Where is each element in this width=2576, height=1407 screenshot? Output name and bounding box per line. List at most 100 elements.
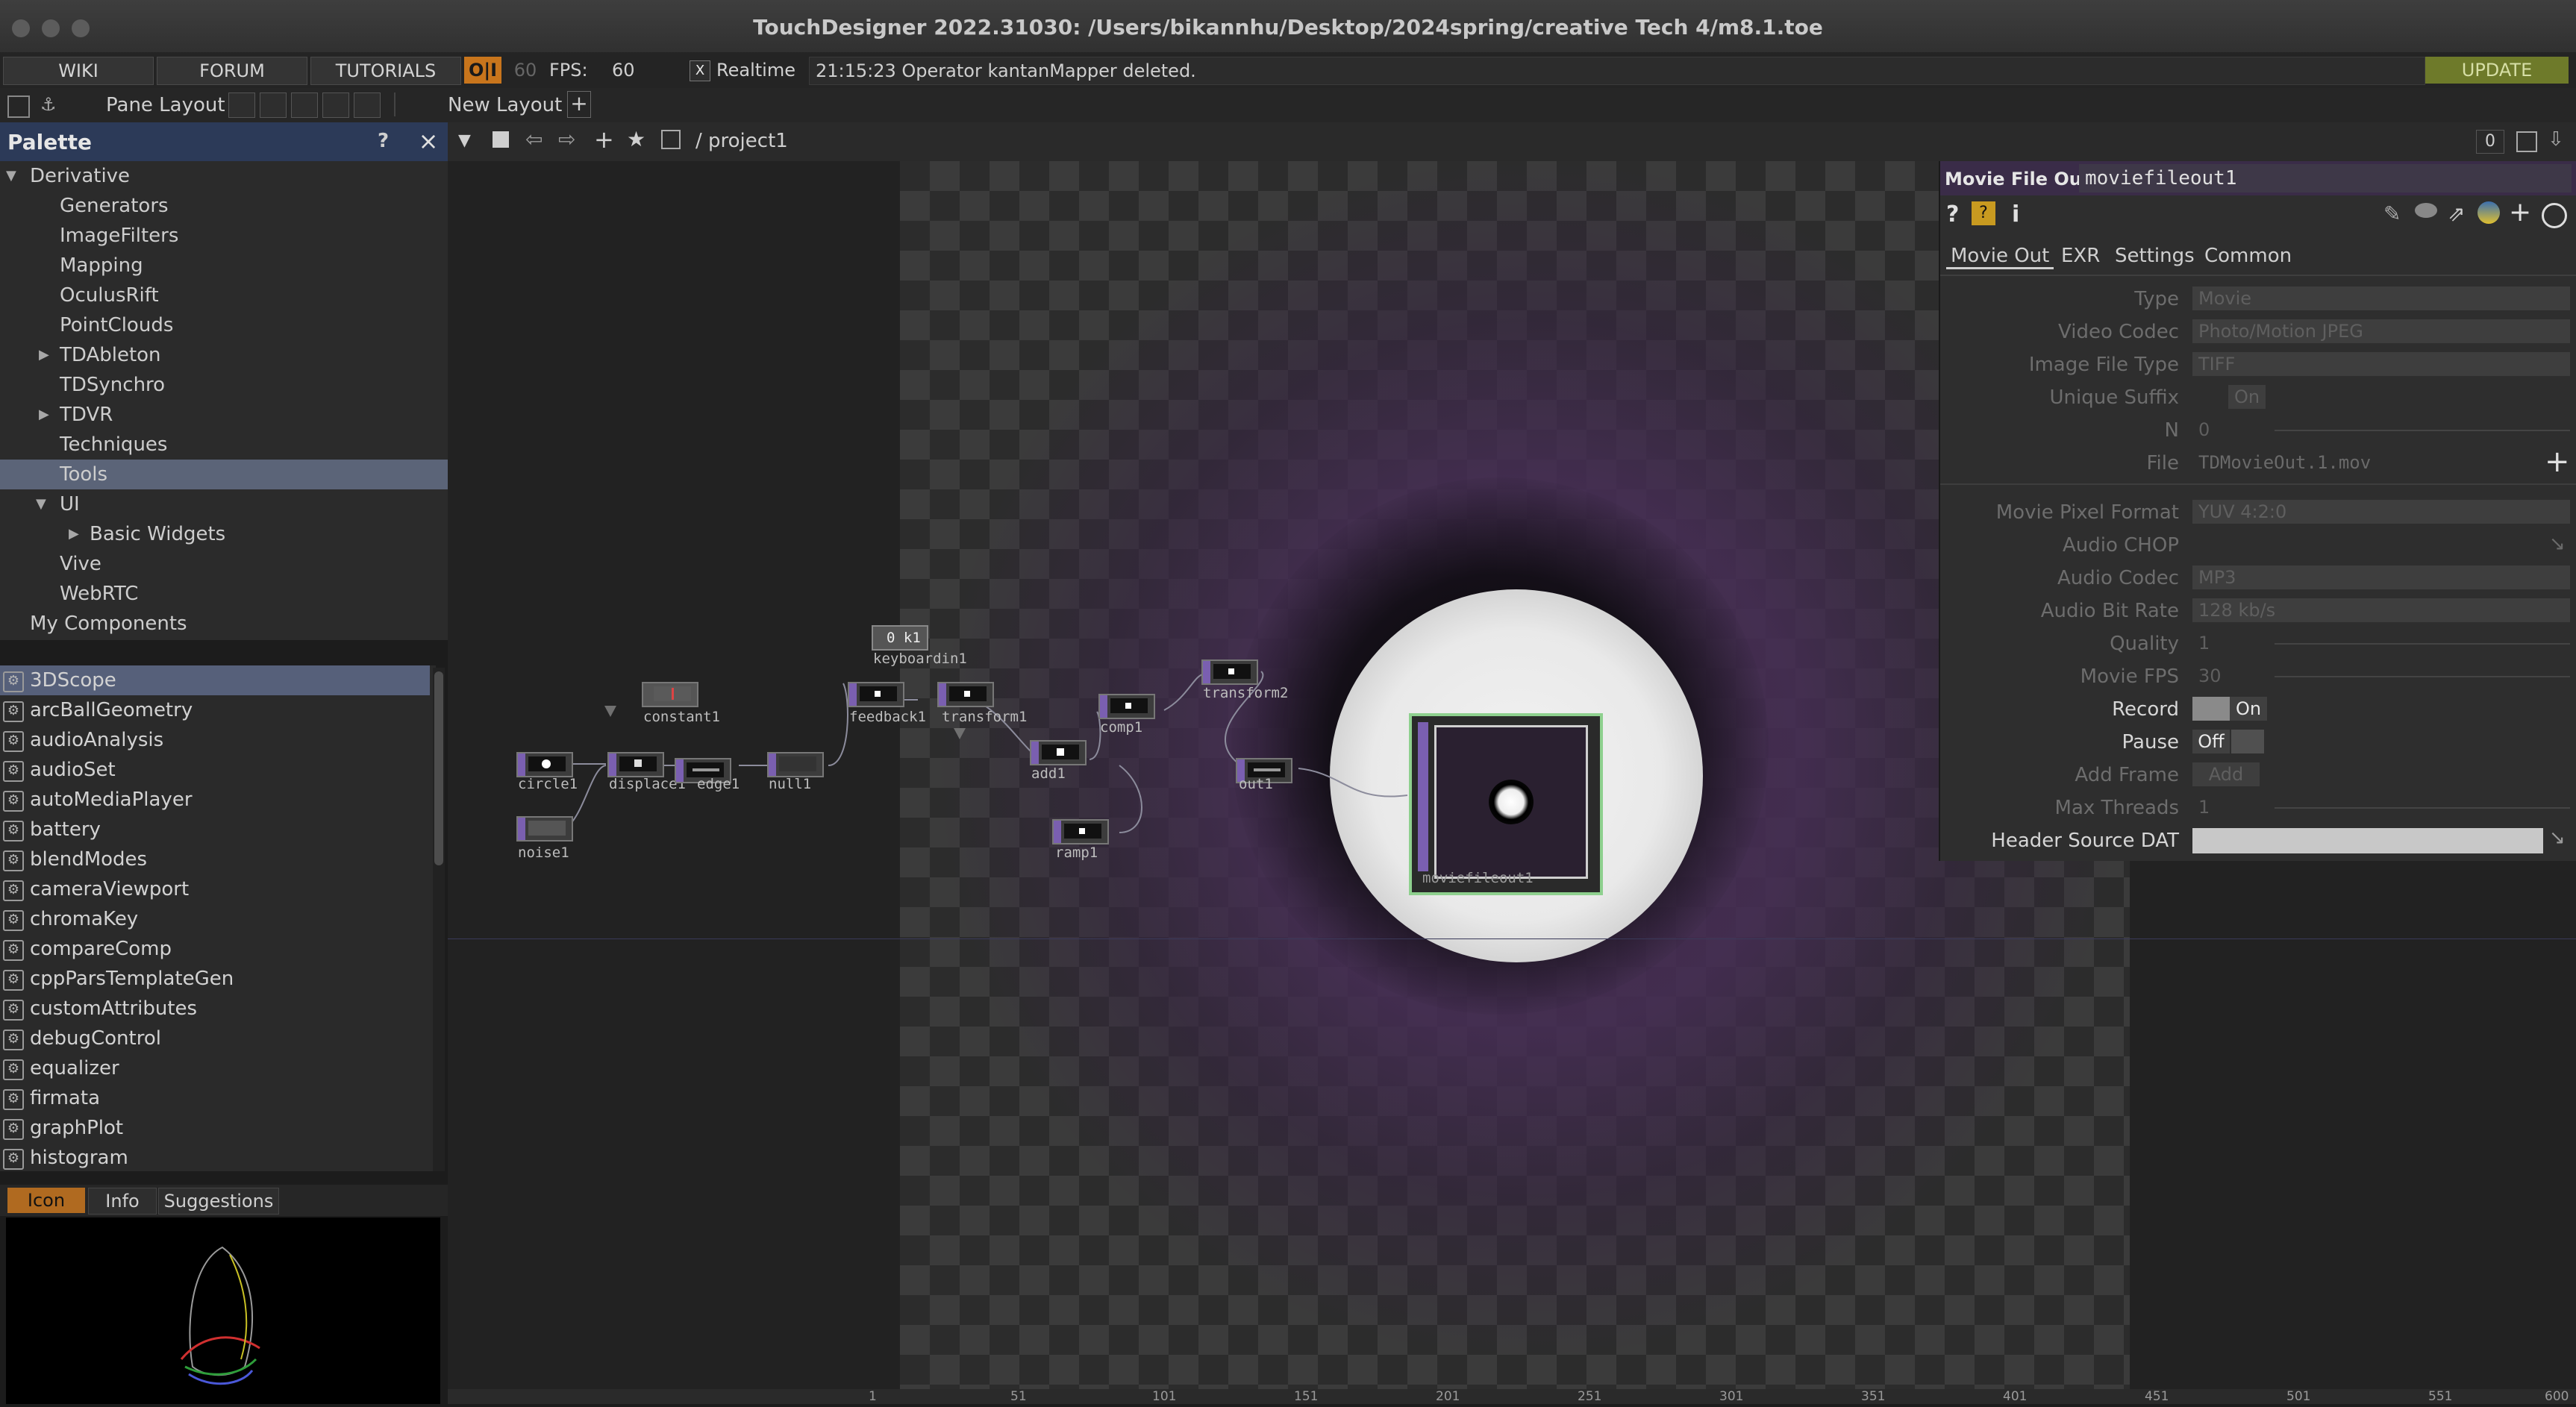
list-item[interactable]: ⚙ autoMediaPlayer (0, 785, 430, 815)
tree-item-mapping[interactable]: Mapping (0, 251, 448, 281)
list-item[interactable]: ⚙ compareComp (0, 934, 430, 964)
tree-item-my-components[interactable]: My Components (0, 609, 448, 639)
tree-item-ui[interactable]: ▼ UI (0, 489, 448, 519)
tree-item-tdableton[interactable]: ▶ TDAbleton (0, 340, 448, 370)
palette-close-button[interactable]: × (412, 125, 445, 158)
tab-info[interactable]: Info (88, 1188, 157, 1215)
tree-item-imagefilters[interactable]: ImageFilters (0, 221, 448, 251)
audio-bit-rate-select[interactable]: 128 kb/s (2192, 598, 2570, 622)
maximize-pane-icon[interactable] (2516, 131, 2537, 152)
list-item[interactable]: ⚙ audioAnalysis (0, 725, 430, 755)
add-icon[interactable]: + (2509, 197, 2531, 228)
tree-item-derivative[interactable]: ▼ Derivative (0, 161, 448, 191)
movie-pixel-format-select[interactable]: YUV 4:2:0 (2192, 500, 2570, 524)
chevron-right-icon[interactable]: ▶ (39, 400, 49, 430)
node-circle1[interactable] (516, 752, 573, 777)
comment-icon[interactable] (2415, 203, 2437, 218)
header-source-dat-field[interactable] (2192, 828, 2543, 853)
layout-three-icon[interactable] (322, 93, 349, 118)
node-displace1[interactable] (607, 752, 664, 777)
video-codec-select[interactable]: Photo/Motion JPEG (2192, 319, 2570, 343)
unique-suffix-toggle[interactable]: On (2228, 385, 2266, 409)
tab-movie-out[interactable]: Movie Out (1946, 245, 2054, 269)
tab-common[interactable]: Common (2204, 245, 2292, 267)
python-icon[interactable] (2477, 201, 2500, 224)
star-icon[interactable]: ★ (627, 127, 645, 151)
movie-fps-value[interactable]: 30 (2198, 665, 2222, 686)
node-comp1[interactable] (1098, 694, 1155, 719)
timeline-ruler[interactable]: 1 51 101 151 201 251 301 351 401 451 501… (448, 1389, 2576, 1404)
node-transform2[interactable] (1201, 659, 1258, 685)
tree-item-webrtc[interactable]: WebRTC (0, 579, 448, 609)
node-null1[interactable] (767, 752, 824, 777)
stop-icon[interactable] (493, 131, 509, 148)
lock-icon[interactable] (661, 130, 681, 149)
list-item[interactable]: ⚙ arcBallGeometry (0, 695, 430, 725)
node-constant1[interactable] (642, 682, 698, 707)
tutorials-button[interactable]: TUTORIALS (310, 57, 461, 85)
tab-exr[interactable]: EXR (2061, 245, 2100, 267)
image-file-type-select[interactable]: TIFF (2192, 352, 2570, 376)
new-layout-label[interactable]: New Layout (448, 94, 562, 116)
list-item[interactable]: ⚙ cameraViewport (0, 874, 430, 904)
n-value[interactable]: 0 (2198, 419, 2210, 440)
list-item[interactable]: ⚙ audioSet (0, 755, 430, 785)
file-browse-icon[interactable]: + (2545, 445, 2570, 479)
list-item[interactable]: ⚙ battery (0, 815, 430, 844)
chevron-down-icon[interactable]: ▼ (458, 131, 471, 150)
audio-codec-select[interactable]: MP3 (2192, 565, 2570, 589)
audio-chop-arrow-icon[interactable]: ↘ (2549, 533, 2566, 555)
help-icon[interactable]: ? (1946, 201, 1959, 228)
tab-suggestions[interactable]: Suggestions (158, 1188, 279, 1215)
wiki-button[interactable]: WIKI (3, 57, 154, 85)
chevron-right-icon[interactable]: ▶ (39, 340, 49, 370)
list-item[interactable]: ⚙ blendModes (0, 844, 430, 874)
layout-single-icon[interactable] (228, 93, 255, 118)
edit-icon[interactable]: ✎ (2383, 201, 2401, 226)
tab-icon[interactable]: Icon (7, 1188, 85, 1213)
export-icon[interactable]: ⇗ (2448, 201, 2465, 226)
list-item[interactable]: ⚙ cppParsTemplateGen (0, 964, 430, 994)
node-keyboardin1[interactable]: 0 k1 (872, 625, 928, 651)
tree-item-tdsynchro[interactable]: TDSynchro (0, 370, 448, 400)
chevron-right-icon[interactable]: ▶ (69, 519, 79, 549)
layout-four-icon[interactable] (354, 93, 381, 118)
tree-item-generators[interactable]: Generators (0, 191, 448, 221)
header-source-arrow-icon[interactable]: ↘ (2549, 827, 2566, 849)
viewer-icon[interactable] (7, 95, 30, 118)
add-frame-button[interactable]: Add (2192, 762, 2260, 786)
node-noise1[interactable] (516, 816, 573, 842)
record-toggle[interactable]: On (2230, 697, 2267, 721)
python-help-icon[interactable]: ? (1972, 201, 1995, 225)
node-ramp1[interactable] (1052, 819, 1109, 844)
node-add1[interactable] (1030, 740, 1087, 765)
download-icon[interactable]: ⇩ (2548, 128, 2564, 151)
list-item[interactable]: ⚙ 3DScope (0, 665, 430, 695)
forum-button[interactable]: FORUM (157, 57, 307, 85)
movie-fps-slider[interactable] (2275, 676, 2570, 677)
chevron-down-icon[interactable]: ▼ (6, 161, 16, 191)
list-item[interactable]: ⚙ histogram (0, 1143, 430, 1171)
tree-item-techniques[interactable]: Techniques (0, 430, 448, 460)
layout-split-horizontal-icon[interactable] (291, 93, 318, 118)
anchor-icon[interactable]: ⚓ (40, 94, 57, 115)
type-select[interactable]: Movie (2192, 286, 2570, 310)
layout-split-vertical-icon[interactable] (260, 93, 287, 118)
realtime-checkbox[interactable]: X (690, 60, 710, 81)
pause-toggle[interactable]: Off (2192, 730, 2230, 753)
chevron-down-icon[interactable]: ▼ (36, 489, 46, 519)
network-path[interactable]: / project1 (695, 130, 788, 152)
list-item[interactable]: ⚙ customAttributes (0, 994, 430, 1024)
list-item[interactable]: ⚙ graphPlot (0, 1113, 430, 1143)
node-feedback1[interactable] (848, 682, 904, 707)
tree-item-pointclouds[interactable]: PointClouds (0, 310, 448, 340)
list-item[interactable]: ⚙ equalizer (0, 1053, 430, 1083)
tree-item-tools[interactable]: Tools (0, 460, 448, 489)
list-item[interactable]: ⚙ chromaKey (0, 904, 430, 934)
tree-item-oculusrift[interactable]: OculusRift (0, 281, 448, 310)
n-slider[interactable] (2275, 430, 2570, 431)
info-icon[interactable]: i (2012, 201, 2019, 228)
update-button[interactable]: UPDATE (2425, 57, 2569, 84)
list-item[interactable]: ⚙ firmata (0, 1083, 430, 1113)
scrollbar-thumb[interactable] (434, 671, 443, 865)
